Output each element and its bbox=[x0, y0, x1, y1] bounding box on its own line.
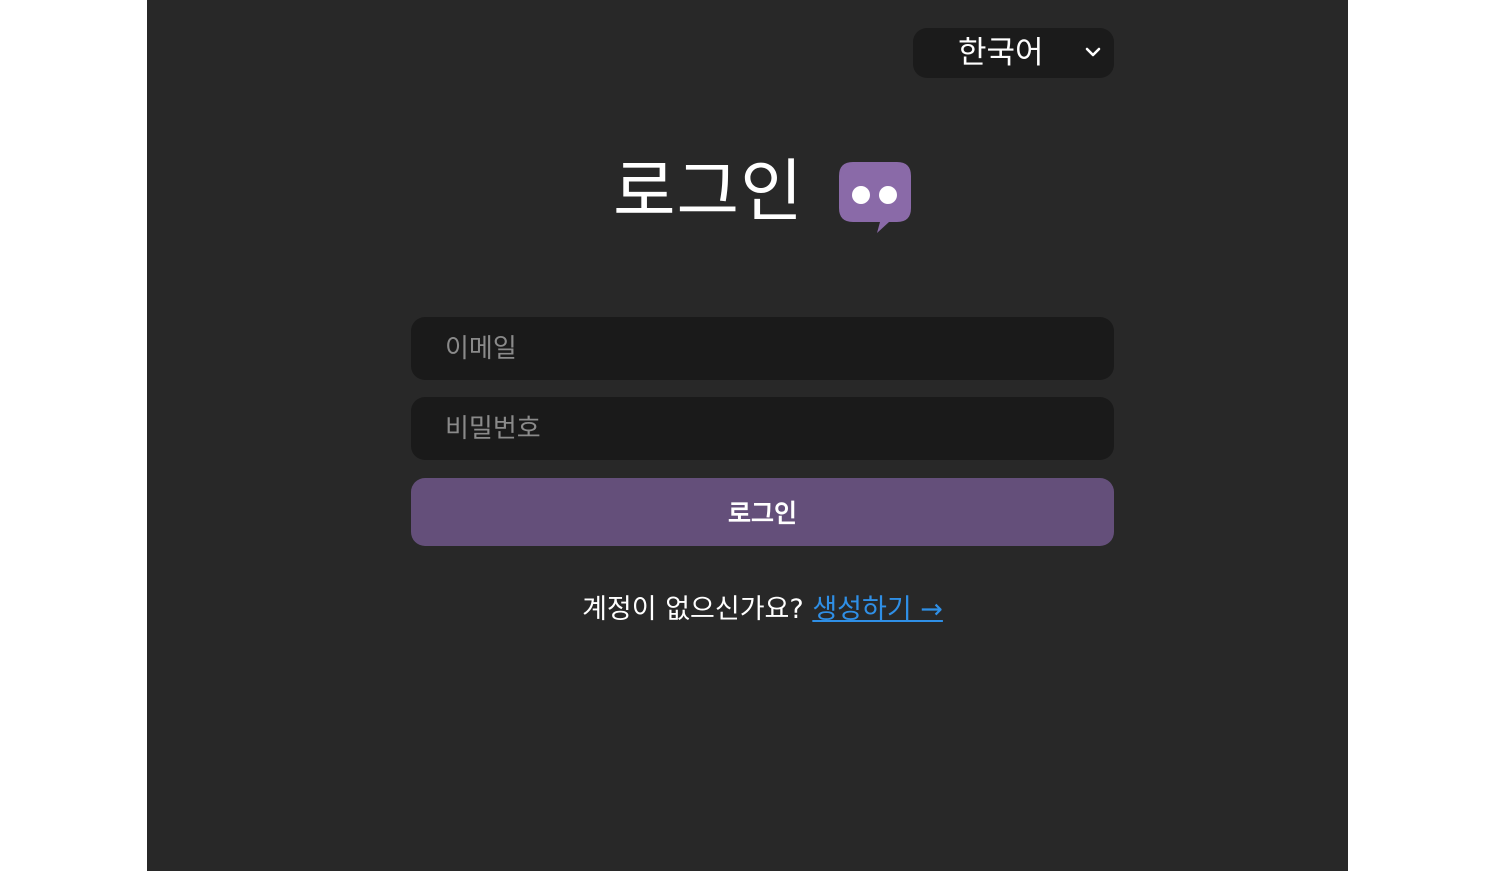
email-field[interactable] bbox=[411, 317, 1114, 380]
signup-row: 계정이 없으신가요? 생성하기 → bbox=[147, 588, 1378, 632]
language-select-value: 한국어 bbox=[958, 35, 1044, 71]
speech-bubble-eyes-icon bbox=[839, 162, 911, 233]
chevron-down-icon bbox=[1085, 47, 1101, 57]
language-select[interactable]: 한국어 bbox=[913, 28, 1114, 78]
login-page: 한국어 로그인 로그인 계정이 없으신가요? 생성하기 → bbox=[147, 0, 1348, 871]
signup-prompt: 계정이 없으신가요? bbox=[582, 594, 804, 625]
page-title: 로그인 bbox=[613, 153, 804, 232]
password-field[interactable] bbox=[411, 397, 1114, 460]
signup-link[interactable]: 생성하기 → bbox=[812, 594, 943, 625]
login-button[interactable]: 로그인 bbox=[411, 478, 1114, 546]
